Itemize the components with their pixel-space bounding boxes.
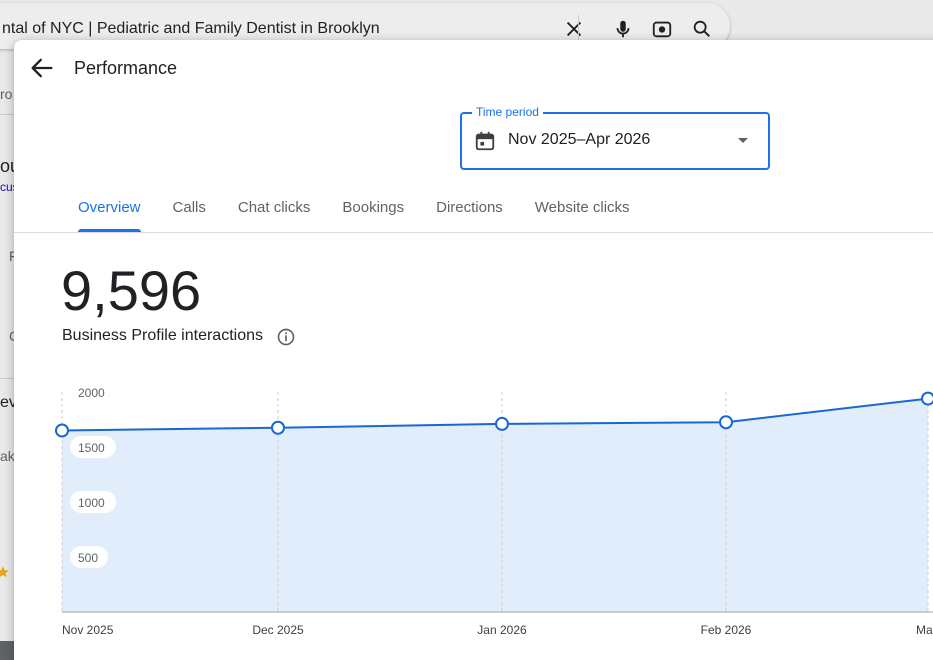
tab-website-clicks[interactable]: Website clicks [519,190,646,232]
chart-data-point[interactable] [719,415,733,430]
background-divider [0,378,14,379]
chart-data-point[interactable] [495,416,509,431]
tab-chat-clicks[interactable]: Chat clicks [222,190,327,232]
metric-label: Business Profile interactions [62,327,263,344]
close-icon[interactable] [563,18,585,40]
x-tick-label: Nov 2025 [62,623,114,637]
time-period-select[interactable]: Time period Nov 2025–Apr 2026 [460,105,770,170]
background-divider [0,114,14,115]
tabs-divider [14,232,933,233]
background-text-fragment: ak [0,448,15,464]
camera-icon[interactable] [651,18,673,40]
total-interactions-value: 9,596 [61,259,202,322]
x-tick-label: Feb 2026 [701,623,752,637]
performance-tabs: Overview Calls Chat clicks Bookings Dire… [62,190,646,232]
x-tick-label: Mar 2 [916,623,933,637]
chart-data-point[interactable] [921,391,933,406]
mic-icon[interactable] [612,18,634,40]
calendar-icon [475,131,495,151]
x-tick-label: Dec 2025 [252,623,304,637]
tab-directions[interactable]: Directions [420,190,519,232]
x-tick-label: Jan 2026 [477,623,527,637]
tab-bookings[interactable]: Bookings [326,190,420,232]
time-period-value: Nov 2025–Apr 2026 [508,131,651,148]
search-bar-divider [578,15,579,43]
y-tick-label: 2000 [78,386,105,400]
y-tick-label: 1500 [78,441,105,455]
search-query-text[interactable]: ntal of NYC | Pediatric and Family Denti… [2,20,380,38]
interactions-area-chart: 500 1000 1500 2000 Nov 2025 Dec 2025 Jan 2026 F… [55,386,933,637]
y-tick-label: 1000 [78,496,105,510]
dialog-title: Performance [74,58,178,78]
tab-overview[interactable]: Overview [62,190,157,232]
y-tick-label: 500 [78,551,98,565]
tab-calls[interactable]: Calls [157,190,222,232]
background-text-fragment: ro [0,86,13,102]
star-icon [0,566,9,578]
chevron-down-icon [738,138,748,143]
chart-data-point[interactable] [55,423,69,438]
arrow-back-icon[interactable] [28,54,56,82]
time-period-label: Time period [472,105,543,119]
info-icon[interactable] [276,327,296,347]
chart-area-fill [62,398,928,612]
performance-dialog: Performance Time period Nov 2025–Apr 202… [14,40,933,660]
search-icon[interactable] [691,18,713,40]
chart-data-point[interactable] [271,420,285,435]
